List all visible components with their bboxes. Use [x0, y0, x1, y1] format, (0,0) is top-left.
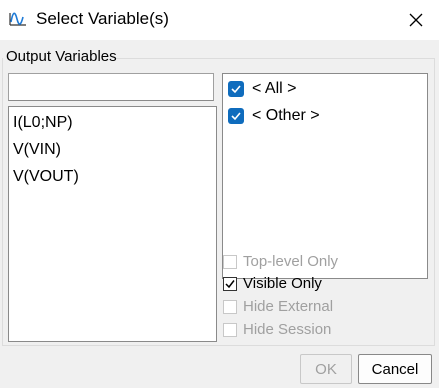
list-item[interactable]: V(VOUT) — [13, 167, 79, 187]
close-button[interactable] — [392, 0, 439, 40]
option-label: Hide Session — [243, 321, 332, 338]
group-label: Output Variables — [6, 48, 117, 65]
checkmark-icon — [225, 280, 235, 289]
category-item-all[interactable]: < All > — [228, 78, 296, 100]
option-hide-external[interactable]: Hide External — [223, 297, 333, 317]
category-label: < Other > — [252, 107, 320, 124]
dialog-body: Output Variables I(L0;NP) V(VIN) V(VOUT)… — [0, 40, 439, 388]
option-hide-session[interactable]: Hide Session — [223, 320, 331, 340]
category-label: < All > — [252, 80, 297, 97]
variable-list[interactable]: I(L0;NP) V(VIN) V(VOUT) — [8, 106, 217, 342]
list-item[interactable]: I(L0;NP) — [13, 113, 73, 133]
close-icon — [409, 13, 422, 27]
ok-button[interactable]: OK — [300, 354, 352, 384]
checkbox-checked-icon[interactable] — [228, 81, 244, 97]
title-bar: Select Variable(s) — [0, 0, 439, 40]
filter-input[interactable] — [8, 73, 214, 101]
checkbox[interactable] — [223, 300, 237, 314]
checkbox[interactable] — [223, 277, 237, 291]
category-list[interactable]: < All > < Other > — [222, 73, 428, 279]
option-top-level-only[interactable]: Top-level Only — [223, 252, 338, 272]
window-title: Select Variable(s) — [36, 9, 169, 28]
checkbox[interactable] — [223, 323, 237, 337]
category-item-other[interactable]: < Other > — [228, 105, 320, 127]
option-label: Hide External — [243, 298, 334, 315]
cancel-button[interactable]: Cancel — [358, 354, 432, 384]
checkbox[interactable] — [223, 255, 237, 269]
group-divider — [116, 58, 434, 59]
waveform-app-icon — [8, 9, 28, 29]
option-label: Visible Only — [243, 275, 322, 292]
list-item[interactable]: V(VIN) — [13, 140, 61, 160]
checkbox-checked-icon[interactable] — [228, 108, 244, 124]
option-visible-only[interactable]: Visible Only — [223, 274, 322, 294]
option-label: Top-level Only — [243, 253, 339, 270]
